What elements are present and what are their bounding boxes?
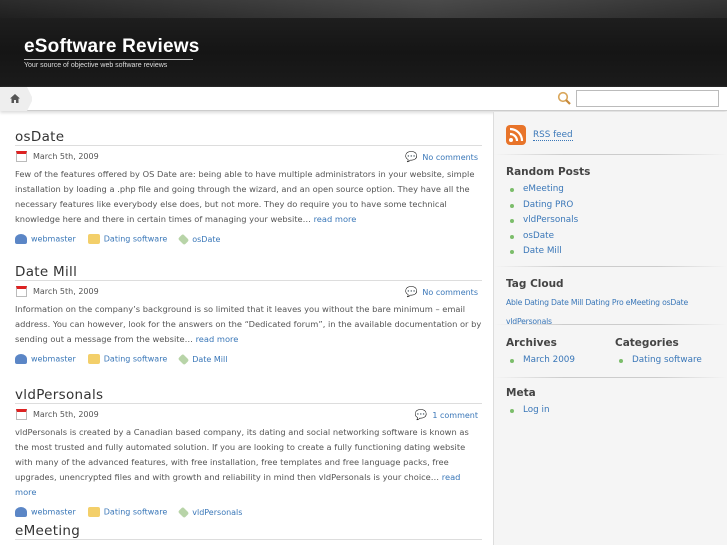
tag-icon: [178, 233, 190, 245]
search-input[interactable]: [576, 90, 719, 107]
rss-widget: RSS feed: [506, 125, 721, 145]
tag-link[interactable]: osDate: [192, 235, 220, 244]
comment-icon: 💬: [404, 152, 418, 163]
post-excerpt: Few of the features offered by OS Date a…: [15, 169, 475, 224]
post-date: March 5th, 2009: [33, 287, 99, 296]
widget-title: Tag Cloud: [506, 278, 564, 290]
tag-icon: [178, 353, 190, 365]
post: Date Mill March 5th, 2009 💬 No comments In…: [15, 259, 482, 368]
calendar-icon: [16, 409, 27, 420]
category-link[interactable]: Dating software: [632, 355, 702, 365]
sidebar: RSS feed Random Posts eMeeting Dating PR…: [493, 112, 727, 545]
comments-link[interactable]: 💬 No comments: [405, 152, 478, 163]
read-more-link[interactable]: read more: [196, 334, 239, 344]
comment-icon: 💬: [414, 410, 428, 421]
author-link[interactable]: webmaster: [31, 235, 76, 244]
rss-feed-link[interactable]: RSS feed: [533, 130, 573, 141]
user-icon: [15, 234, 27, 244]
tag-link[interactable]: vldPersonals: [192, 508, 242, 517]
post: eMeeting: [15, 518, 482, 540]
folder-icon: [87, 354, 100, 364]
random-post-link[interactable]: eMeeting: [523, 184, 564, 194]
divider: [494, 154, 727, 155]
post-excerpt: Information on the company’s background …: [15, 304, 482, 344]
widget-title: Random Posts: [506, 166, 591, 178]
home-button[interactable]: [0, 87, 32, 111]
category-link[interactable]: Dating software: [104, 355, 167, 364]
tag-link[interactable]: Date Mill: [192, 355, 227, 364]
site-tagline: Your source of objective web software re…: [24, 59, 193, 69]
login-link[interactable]: Log in: [523, 405, 550, 415]
author-link[interactable]: webmaster: [31, 355, 76, 364]
posts-column: osDate March 5th, 2009 💬 No comments Few o…: [0, 112, 493, 545]
widget-title: Archives: [506, 337, 557, 349]
site-title-link[interactable]: eSoftware Reviews: [24, 36, 200, 58]
folder-icon: [87, 234, 100, 244]
calendar-icon: [16, 286, 27, 297]
post-excerpt: vldPersonals is created by a Canadian ba…: [15, 427, 469, 482]
user-icon: [15, 507, 27, 517]
comments-label: 1 comment: [432, 411, 478, 420]
random-post-link[interactable]: Date Mill: [523, 246, 562, 256]
random-posts-widget: Random Posts eMeeting Dating PRO vldPers…: [506, 166, 721, 260]
random-post-link[interactable]: Dating PRO: [523, 200, 573, 210]
category-link[interactable]: Dating software: [104, 235, 167, 244]
post-date: March 5th, 2009: [33, 410, 99, 419]
read-more-link[interactable]: read more: [314, 214, 357, 224]
comments-label: No comments: [422, 288, 478, 297]
site-header: eSoftware Reviews Your source of objecti…: [0, 0, 727, 87]
widget-title: Meta: [506, 387, 536, 399]
post-date: March 5th, 2009: [33, 152, 99, 161]
post-title[interactable]: Date Mill: [15, 264, 77, 280]
random-post-link[interactable]: vldPersonals: [523, 215, 578, 225]
archives-widget: Archives March 2009: [506, 337, 606, 369]
post: osDate March 5th, 2009 💬 No comments Few o…: [15, 124, 482, 248]
calendar-icon: [16, 151, 27, 162]
post-title[interactable]: eMeeting: [15, 523, 80, 539]
tag-cloud-links[interactable]: Able Dating Date Mill Dating Pro eMeetin…: [506, 298, 688, 326]
folder-icon: [87, 507, 100, 517]
post: vldPersonals March 5th, 2009 💬 1 comment v…: [15, 382, 482, 521]
tag-icon: [178, 506, 190, 518]
nav-bar: [0, 87, 727, 111]
author-link[interactable]: webmaster: [31, 508, 76, 517]
post-title[interactable]: osDate: [15, 129, 64, 145]
comments-label: No comments: [422, 153, 478, 162]
divider: [494, 377, 727, 378]
random-post-link[interactable]: osDate: [523, 231, 554, 241]
archive-link[interactable]: March 2009: [523, 355, 575, 365]
tag-cloud-widget: Tag Cloud Able Dating Date Mill Dating P…: [506, 278, 721, 328]
rss-icon[interactable]: [506, 125, 526, 145]
comments-link[interactable]: 💬 No comments: [405, 287, 478, 298]
category-link[interactable]: Dating software: [104, 508, 167, 517]
comment-icon: 💬: [404, 287, 418, 298]
meta-widget: Meta Log in: [506, 387, 721, 419]
widget-title: Categories: [615, 337, 679, 349]
comments-link[interactable]: 💬 1 comment: [415, 410, 478, 421]
home-icon: [10, 94, 20, 103]
user-icon: [15, 354, 27, 364]
search-icon[interactable]: [557, 91, 572, 106]
divider: [494, 266, 727, 267]
divider: [494, 324, 727, 325]
categories-widget: Categories Dating software: [615, 337, 725, 369]
post-title[interactable]: vldPersonals: [15, 387, 103, 403]
